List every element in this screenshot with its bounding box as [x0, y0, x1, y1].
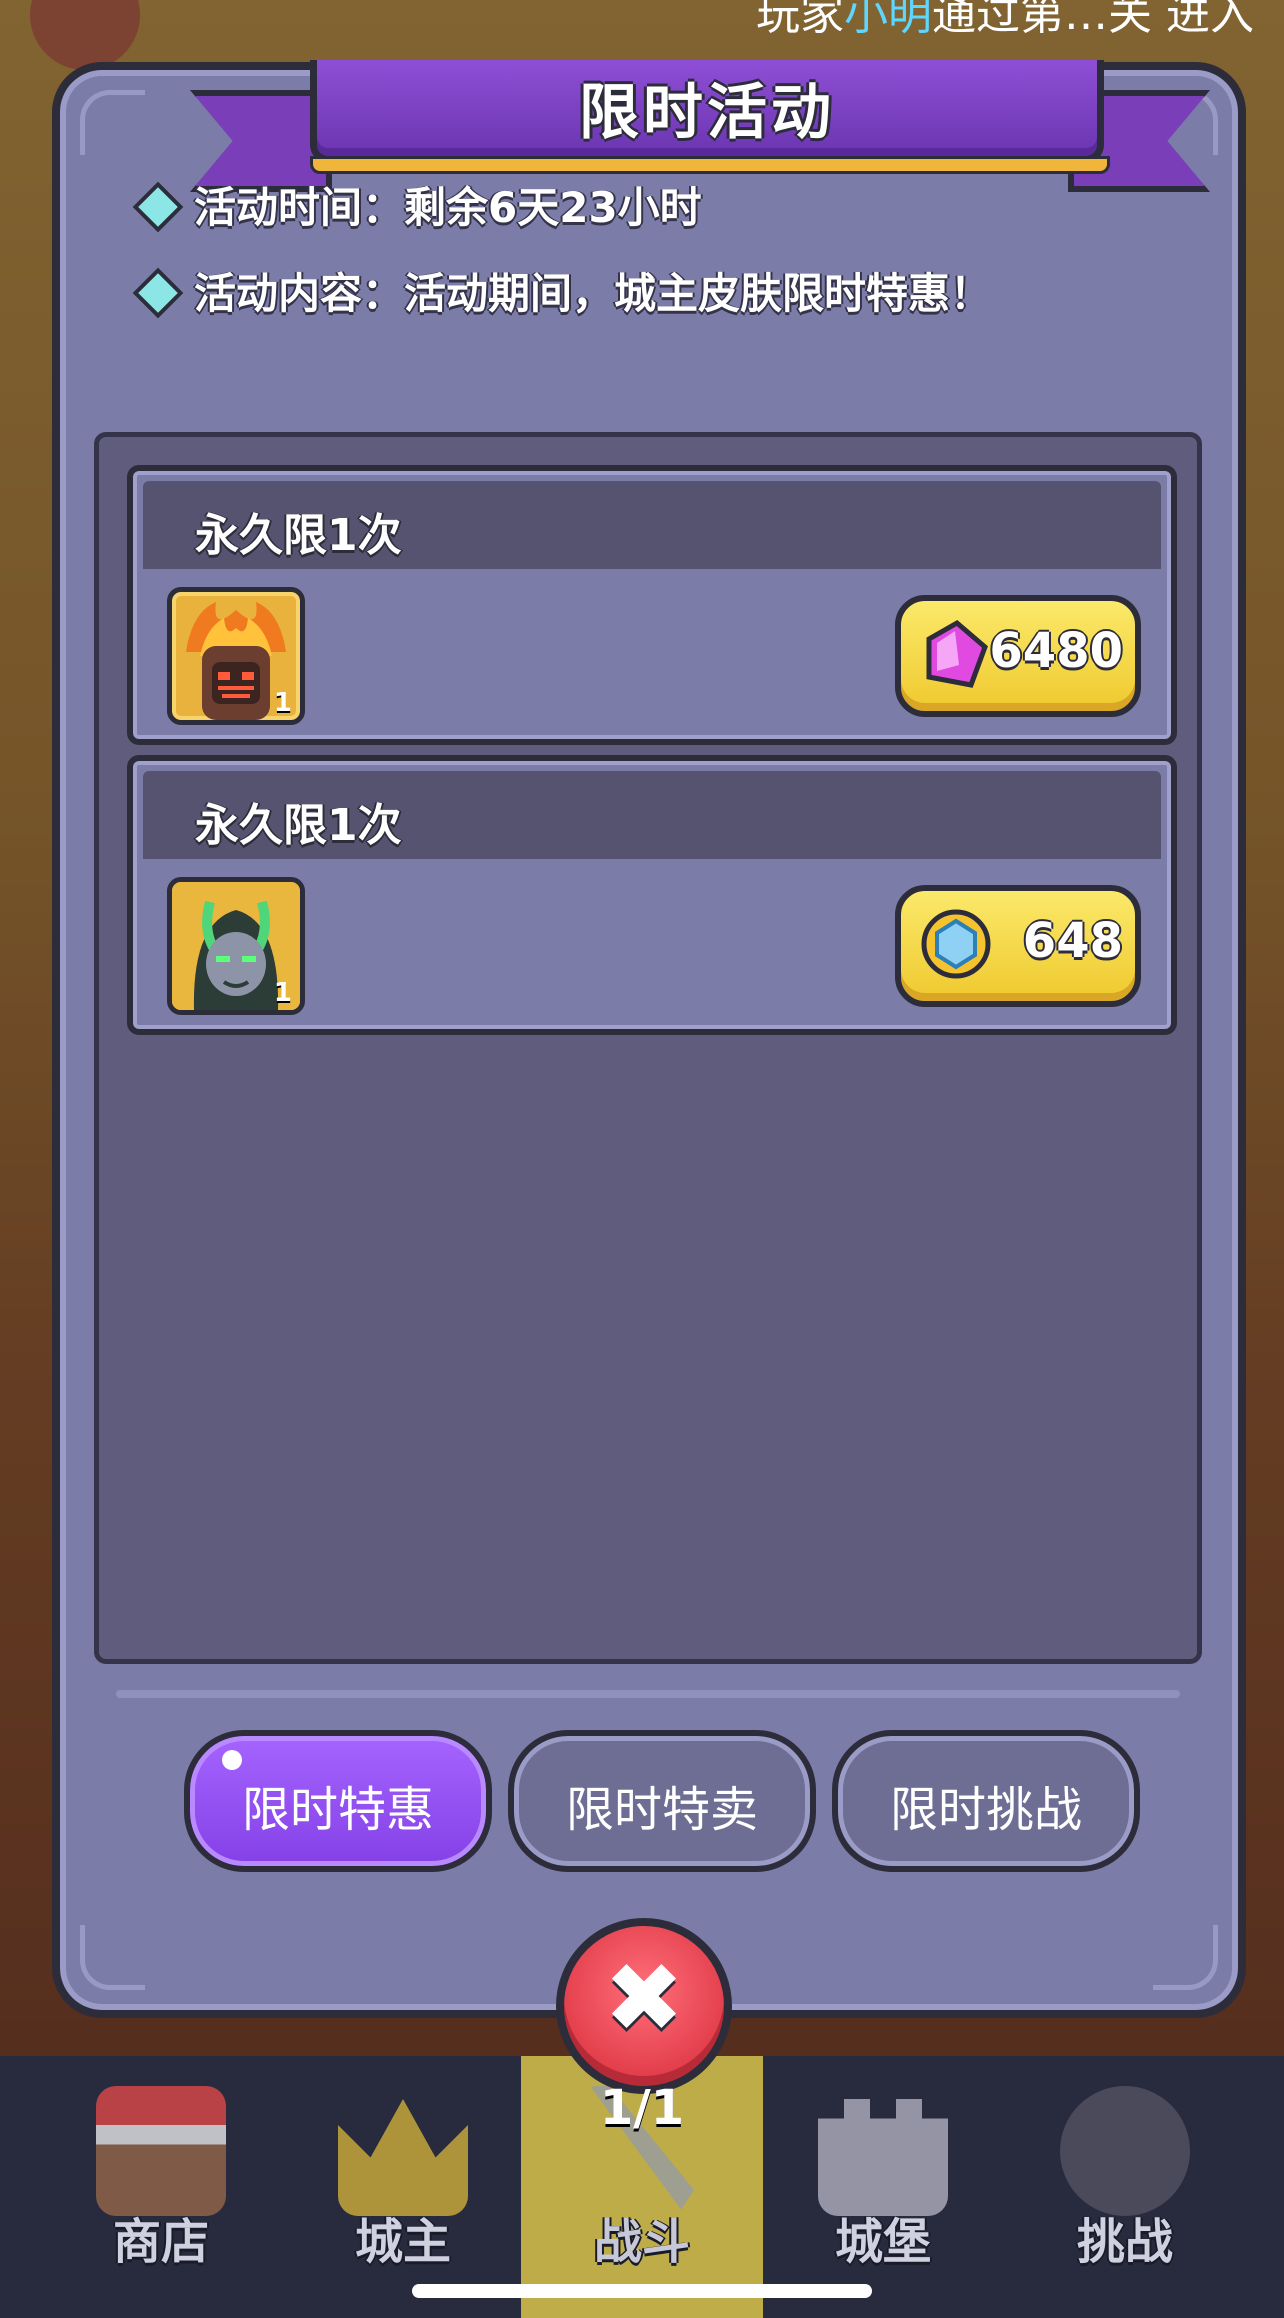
- top-marquee: 玩家小明通过第…关 进入: [756, 0, 1254, 42]
- tab-label: 限时特惠: [241, 1782, 434, 1838]
- tab-limited-discount[interactable]: 限时特惠: [184, 1730, 492, 1872]
- coin-icon: [921, 909, 991, 979]
- event-time-line: 活动时间：剩余6天23小时: [132, 174, 702, 235]
- title-ribbon: 限时活动: [190, 60, 1210, 192]
- home-indicator[interactable]: [412, 2284, 872, 2298]
- ribbon-edge: [310, 156, 1110, 174]
- offer-list[interactable]: 永久限1次 1 6480 永久限1次 1 648: [94, 432, 1202, 1664]
- price-value: 6480: [989, 623, 1123, 679]
- offer-limit-label: 永久限1次: [195, 510, 402, 561]
- tab-limited-challenge[interactable]: 限时挑战: [832, 1730, 1140, 1872]
- price-value: 648: [1022, 913, 1123, 969]
- tab-label: 限时特卖: [565, 1782, 758, 1838]
- offer-card: 永久限1次 1 648: [127, 755, 1177, 1035]
- buy-with-gems-button[interactable]: 6480: [895, 595, 1141, 717]
- nav-label: 城堡: [834, 2214, 931, 2270]
- offer-header: 永久限1次: [143, 771, 1161, 859]
- marquee-player-name: 小明: [844, 0, 932, 40]
- close-icon: ✖: [603, 1942, 685, 2054]
- nav-label: 战斗: [593, 2214, 690, 2270]
- shadow-elf-skin-icon[interactable]: 1: [167, 877, 305, 1015]
- fire-demon-skin-icon[interactable]: 1: [167, 587, 305, 725]
- diamond-bullet-icon: [132, 267, 184, 318]
- nav-label: 挑战: [1076, 2214, 1173, 2270]
- offer-limit-label: 永久限1次: [195, 800, 402, 851]
- marquee-suffix: 通过第…关 进入: [932, 0, 1254, 40]
- offer-card: 永久限1次 1 6480: [127, 465, 1177, 745]
- section-divider: [116, 1690, 1180, 1698]
- item-quantity: 1: [273, 688, 292, 718]
- event-content-line: 活动内容：活动期间，城主皮肤限时特惠！: [132, 260, 993, 321]
- modal-title: 限时活动: [579, 78, 835, 148]
- diamond-bullet-icon: [132, 181, 184, 232]
- corner-ornament: [80, 1925, 145, 1990]
- corner-ornament: [1153, 1925, 1218, 1990]
- active-indicator-dot: [222, 1750, 242, 1770]
- gem-icon: [926, 619, 988, 688]
- nav-label: 商店: [112, 2214, 209, 2270]
- nav-label: 城主: [354, 2214, 451, 2270]
- page-indicator: 1/1: [599, 2080, 685, 2136]
- buy-with-coins-button[interactable]: 648: [895, 885, 1141, 1007]
- item-quantity: 1: [273, 978, 292, 1008]
- offer-header: 永久限1次: [143, 481, 1161, 569]
- tab-limited-sale[interactable]: 限时特卖: [508, 1730, 816, 1872]
- tab-label: 限时挑战: [889, 1782, 1082, 1838]
- close-button[interactable]: ✖: [556, 1918, 732, 2094]
- event-content-text: 活动内容：活动期间，城主皮肤限时特惠！: [194, 269, 993, 318]
- marquee-prefix: 玩家: [756, 0, 844, 40]
- ribbon-banner: 限时活动: [310, 60, 1104, 163]
- limited-event-modal: 限时活动 活动时间：剩余6天23小时 活动内容：活动期间，城主皮肤限时特惠！ 永…: [52, 60, 1246, 2018]
- corner-ornament: [80, 90, 145, 155]
- event-time-text: 活动时间：剩余6天23小时: [194, 183, 702, 232]
